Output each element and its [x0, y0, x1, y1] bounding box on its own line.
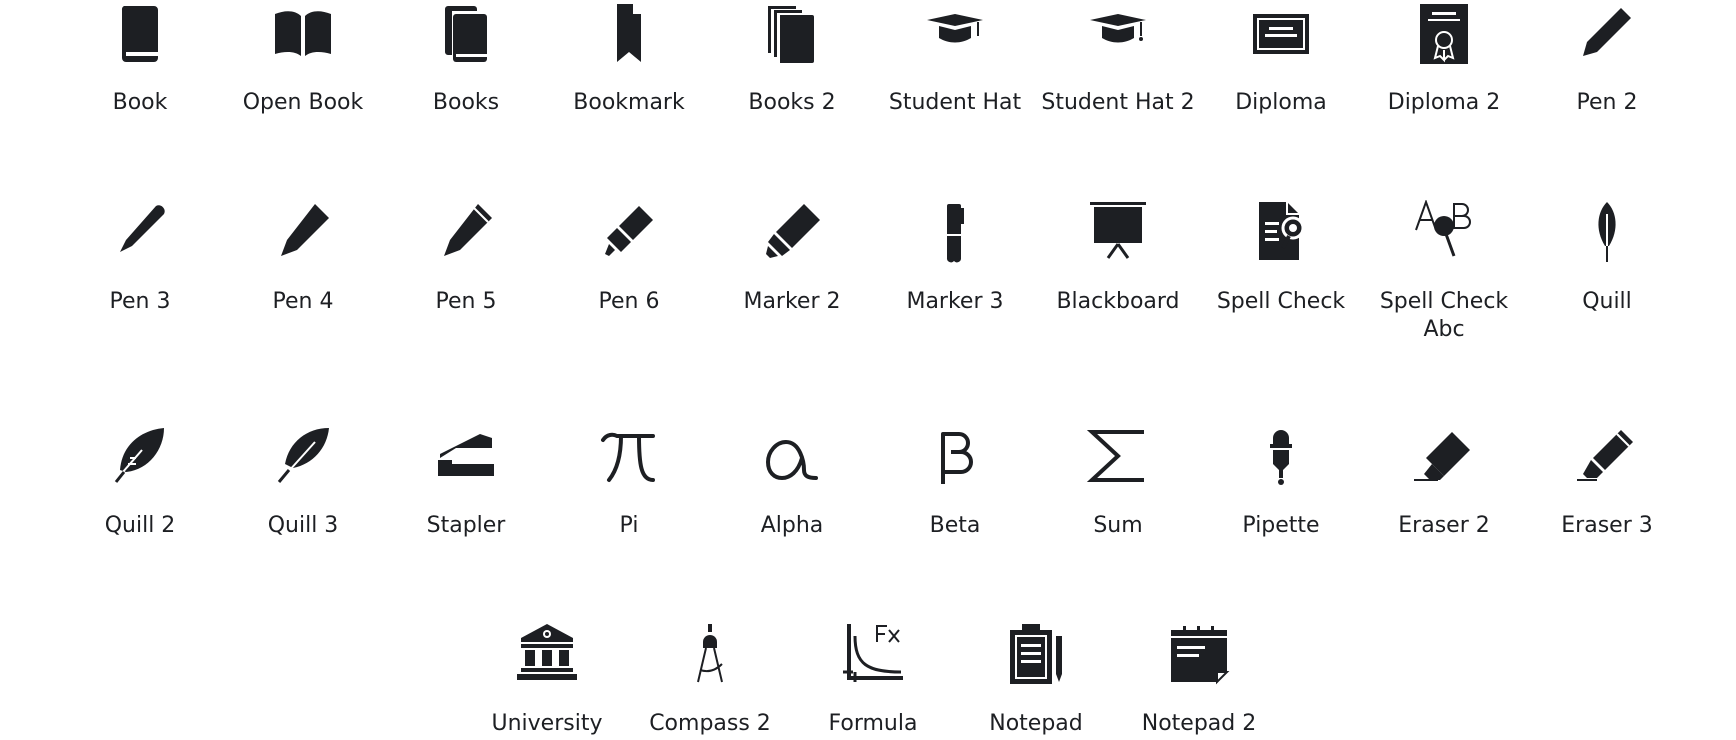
icon-label: Spell Check: [1216, 289, 1346, 314]
icon-label: Book: [112, 90, 168, 115]
icon-label: Quill 3: [267, 513, 339, 538]
icon-label: Eraser 2: [1398, 513, 1490, 538]
icon-label: Compass 2: [649, 711, 771, 736]
blackboard-icon: [1086, 200, 1150, 264]
diploma-icon: [1249, 2, 1313, 66]
pen-5-icon: [434, 200, 498, 264]
alpha-icon: [760, 424, 824, 488]
icon-label: Formula: [828, 711, 918, 736]
icon-label: Alpha: [760, 513, 824, 538]
spell-check-abc-icon: [1412, 200, 1476, 264]
icon-label: Notepad: [989, 711, 1083, 736]
icon-label: Diploma: [1235, 90, 1327, 115]
student-hat-2-icon: [1086, 2, 1150, 66]
quill-icon: [1575, 200, 1639, 264]
icon-label: Books: [432, 90, 500, 115]
icon-label: Student Hat: [888, 90, 1022, 115]
pen-6-icon: [597, 200, 661, 264]
books-2-icon: [760, 2, 824, 66]
icon-label: Books 2: [748, 90, 836, 115]
eraser-2-icon: [1412, 424, 1476, 488]
icon-label: Bookmark: [573, 90, 685, 115]
icon-label: Blackboard: [1056, 289, 1180, 314]
icon-label: Beta: [929, 513, 981, 538]
icon-label: Pen 5: [435, 289, 497, 314]
books-icon: [434, 2, 498, 66]
icon-label: Sum: [1093, 513, 1143, 538]
icon-label: Quill: [1582, 289, 1632, 314]
icon-label: Pipette: [1242, 513, 1320, 538]
icon-label: Eraser 3: [1561, 513, 1653, 538]
stapler-icon: [434, 424, 498, 488]
icon-label: Student Hat 2: [1041, 90, 1195, 115]
quill-3-icon: [271, 424, 335, 488]
icon-label: Pen 6: [598, 289, 660, 314]
beta-icon: [923, 424, 987, 488]
icon-label: Quill 2: [104, 513, 176, 538]
marker-2-icon: [760, 200, 824, 264]
compass-2-icon: [678, 622, 742, 686]
icon-label: Pen 4: [272, 289, 334, 314]
marker-3-icon: [923, 200, 987, 264]
open-book-icon: [271, 2, 335, 66]
icon-label: Pen 3: [109, 289, 171, 314]
pen-3-icon: [108, 200, 172, 264]
pen-2-icon: [1575, 2, 1639, 66]
eraser-3-icon: [1575, 424, 1639, 488]
icon-label: Pen 2: [1576, 90, 1638, 115]
sum-icon: [1086, 424, 1150, 488]
icon-label: University: [491, 711, 603, 736]
book-icon: [108, 2, 172, 66]
icon-label: Marker 3: [906, 289, 1004, 314]
icon-label: Pi: [619, 513, 639, 538]
bookmark-icon: [597, 2, 661, 66]
icon-label: Open Book: [242, 90, 364, 115]
icon-label: Notepad 2: [1141, 711, 1257, 736]
icon-label: Stapler: [426, 513, 506, 538]
icon-label: Marker 2: [743, 289, 841, 314]
quill-2-icon: [108, 424, 172, 488]
diploma-2-icon: [1412, 2, 1476, 66]
icon-grid-page: { "colors": { "icon": "#1d1f23", "backgr…: [0, 0, 1736, 740]
spell-check-icon: [1249, 200, 1313, 264]
icon-label: Diploma 2: [1387, 90, 1501, 115]
student-hat-icon: [923, 2, 987, 66]
university-icon: [515, 622, 579, 686]
icon-label: Spell Check Abc: [1379, 289, 1509, 342]
pen-4-icon: [271, 200, 335, 264]
pi-icon: [597, 424, 661, 488]
notepad-2-icon: [1167, 622, 1231, 686]
notepad-icon: [1004, 622, 1068, 686]
formula-icon: [841, 622, 905, 686]
pipette-icon: [1249, 424, 1313, 488]
